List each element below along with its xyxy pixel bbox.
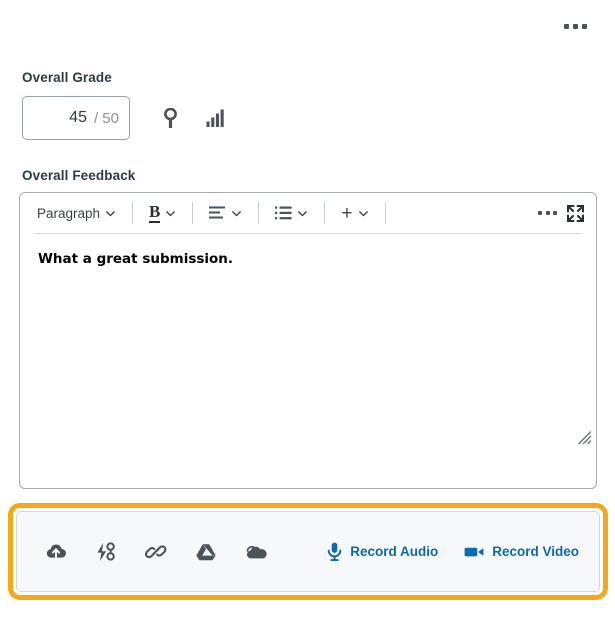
kebab-dot (582, 23, 587, 29)
paragraph-style-label: Paragraph (37, 205, 101, 221)
grading-panel: Overall Grade 45 / 50 Overall Feedback P… (0, 0, 615, 621)
feedback-text-area[interactable]: What a great submission. (20, 234, 596, 448)
overall-feedback-label: Overall Feedback (22, 168, 136, 183)
insert-dropdown[interactable]: + (334, 201, 375, 226)
record-audio-label: Record Audio (350, 544, 439, 559)
record-audio-button[interactable]: Record Audio (327, 542, 438, 561)
grade-statistics-icon[interactable] (204, 106, 228, 130)
chevron-down-icon (358, 210, 368, 216)
quick-link-icon[interactable] (91, 537, 121, 567)
chevron-down-icon (106, 210, 115, 216)
attachment-bar-highlight: Record Audio Record Video (8, 503, 608, 600)
toolbar-separator (132, 202, 134, 224)
toolbar-separator (324, 202, 326, 224)
kebab-dot (545, 211, 550, 215)
grade-input[interactable]: 45 / 50 (22, 96, 130, 140)
overall-grade-label: Overall Grade (22, 70, 112, 85)
kebab-dot (564, 23, 569, 29)
attachment-icon-group (41, 537, 271, 567)
video-camera-icon (464, 547, 484, 556)
record-video-label: Record Video (492, 544, 579, 559)
feedback-text: What a great submission. (38, 251, 234, 267)
bulleted-list-icon (275, 206, 292, 220)
more-options-icon[interactable] (532, 203, 563, 223)
paragraph-style-dropdown[interactable]: Paragraph (30, 203, 123, 224)
align-left-icon (209, 206, 226, 219)
attachment-toolbar: Record Audio Record Video (16, 511, 600, 592)
rubric-key-icon[interactable] (158, 106, 182, 130)
google-drive-icon[interactable] (191, 537, 221, 567)
chevron-down-icon (166, 210, 176, 216)
grade-value: 45 (69, 109, 87, 126)
bold-label: B (149, 202, 161, 223)
panel-header (0, 0, 615, 52)
insert-plus-label: + (341, 202, 353, 224)
list-dropdown[interactable] (268, 203, 315, 223)
link-icon[interactable] (141, 537, 171, 567)
record-button-group: Record Audio Record Video (327, 542, 579, 561)
grade-row: 45 / 50 (22, 96, 228, 140)
kebab-dot (538, 211, 542, 215)
kebab-dot (553, 211, 557, 215)
resize-grip-icon[interactable] (576, 429, 592, 445)
grade-out-of: / 50 (93, 109, 119, 127)
align-dropdown[interactable] (202, 203, 249, 223)
chevron-down-icon (298, 210, 308, 216)
toolbar-separator (384, 202, 386, 224)
bold-dropdown[interactable]: B (142, 200, 183, 226)
onedrive-icon[interactable] (241, 537, 271, 567)
editor-toolbar: Paragraph B + (20, 193, 596, 233)
toolbar-separator (192, 202, 194, 224)
rich-content-editor: Paragraph B + What a great submission. (19, 192, 597, 489)
chevron-down-icon (232, 210, 242, 216)
microphone-icon (327, 542, 342, 561)
toolbar-separator (258, 202, 260, 224)
kebab-menu-icon[interactable] (560, 18, 591, 35)
record-video-button[interactable]: Record Video (464, 544, 579, 559)
kebab-dot (573, 23, 578, 29)
expand-fullscreen-icon[interactable] (563, 202, 588, 225)
upload-cloud-icon[interactable] (41, 537, 71, 567)
